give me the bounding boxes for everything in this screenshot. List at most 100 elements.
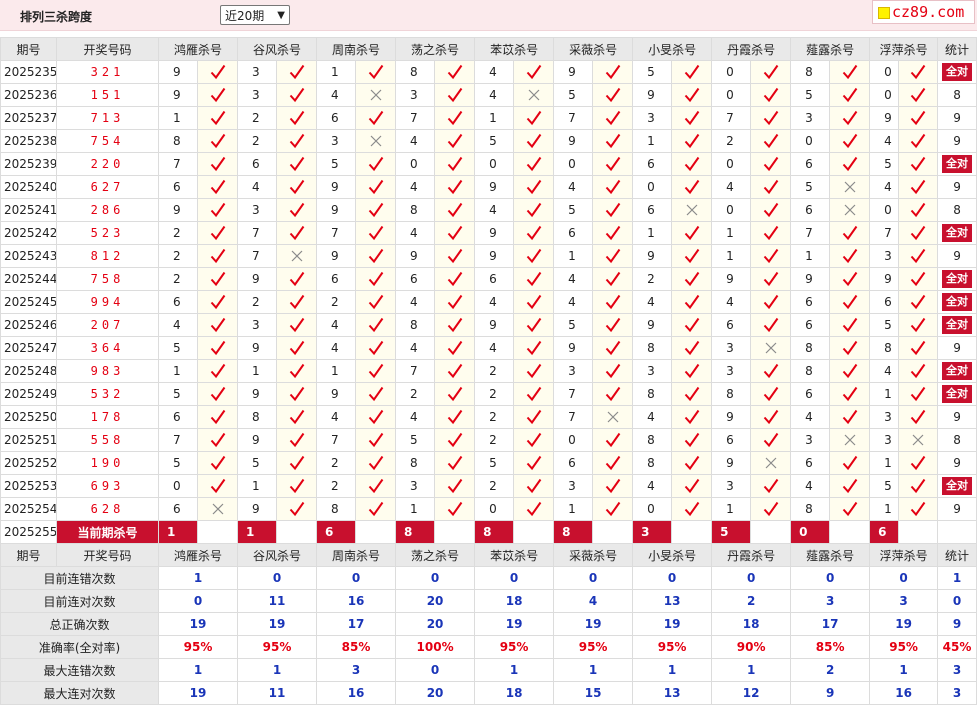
summary-value: 19	[474, 612, 555, 636]
result-mark-cell	[196, 106, 239, 130]
draw-code-cell: 628	[56, 497, 159, 521]
kill-number-cell: 7	[395, 106, 436, 130]
result-mark-cell	[750, 382, 792, 406]
kill-number-cell: 1	[869, 451, 900, 475]
table-row: 2025237 713 1 2 6 7 1 7 3 7 3 9 9	[0, 106, 977, 130]
kill-number-cell: 2	[395, 382, 436, 406]
check-icon	[910, 156, 926, 172]
check-icon	[842, 409, 857, 425]
period-cell: 2025238	[0, 129, 57, 153]
kill-number-cell: 4	[869, 129, 900, 153]
summary-value: 95%	[157, 635, 239, 659]
period-range-select[interactable]: 近20期 ▼	[220, 5, 290, 25]
summary-value: 2	[790, 658, 871, 682]
kill-number-cell: 2	[474, 428, 515, 452]
site-logo[interactable]: cz89.com	[872, 0, 975, 24]
kill-number-cell: 5	[237, 451, 278, 475]
kill-number-cell: 9	[474, 221, 515, 245]
result-mark-cell	[276, 175, 318, 199]
period-cell: 2025236	[0, 83, 57, 107]
kill-number-cell: 8	[158, 129, 198, 153]
result-mark-cell	[355, 359, 397, 383]
summary-value: 18	[474, 589, 555, 613]
summary-value: 0	[395, 658, 476, 682]
summary-value: 9	[937, 612, 977, 636]
check-icon	[289, 294, 304, 310]
current-kill-number: 8	[395, 520, 436, 544]
check-icon	[526, 248, 541, 264]
result-mark-cell	[671, 221, 713, 245]
kill-number-cell: 8	[632, 451, 673, 475]
summary-value: 19	[237, 612, 318, 636]
result-mark-cell	[276, 244, 318, 268]
kill-number-cell: 9	[395, 244, 436, 268]
table-row: 2025239 220 7 6 5 0 0 0 6 0 6 5 全对	[0, 152, 977, 176]
summary-header-row: 期号 开奖号码 鸿雁杀号 谷风杀号 周南杀号 荡之杀号 苯苡杀号 采薇杀号 小旻杀号 丹霞杀号 薤露…	[0, 543, 977, 567]
check-icon	[210, 271, 225, 287]
check-icon	[842, 156, 857, 172]
check-icon	[842, 248, 857, 264]
result-mark-cell	[829, 405, 871, 429]
result-mark-cell	[898, 359, 939, 383]
check-icon	[526, 179, 541, 195]
check-icon	[447, 156, 462, 172]
table-row: 2025253 693 0 1 2 3 2 3 4 3 4 5 全对	[0, 474, 977, 498]
result-mark-cell	[750, 244, 792, 268]
check-icon	[526, 64, 541, 80]
kill-number-cell: 6	[474, 267, 515, 291]
result-mark-cell	[898, 474, 939, 498]
current-kill-number: 0	[790, 520, 831, 544]
result-mark-cell	[434, 60, 476, 84]
header-7: 采薇杀号	[553, 37, 634, 61]
kill-number-cell: 4	[316, 405, 357, 429]
check-icon	[605, 478, 620, 494]
table-row: 2025236 151 9 3 4 3 4 5 9 0 5 0 8	[0, 83, 977, 107]
check-icon	[447, 363, 462, 379]
result-mark-cell	[513, 313, 555, 337]
all-correct-badge: 全对	[942, 224, 973, 242]
check-icon	[605, 248, 620, 264]
kill-number-cell: 9	[711, 451, 752, 475]
result-mark-cell	[513, 83, 555, 107]
result-mark-cell	[355, 497, 397, 521]
kill-number-cell: 6	[790, 451, 831, 475]
check-icon	[684, 386, 699, 402]
check-icon	[526, 133, 541, 149]
check-icon	[210, 87, 225, 103]
summary-value: 13	[632, 681, 713, 705]
summary-value: 17	[790, 612, 871, 636]
period-cell: 2025253	[0, 474, 57, 498]
check-icon	[763, 294, 778, 310]
check-icon	[210, 225, 225, 241]
summary-value: 13	[632, 589, 713, 613]
check-icon	[842, 317, 857, 333]
logo-square-icon	[878, 7, 890, 19]
draw-code-cell: 364	[56, 336, 159, 360]
check-icon	[210, 340, 225, 356]
kill-number-cell: 6	[790, 152, 831, 176]
kill-number-cell: 1	[869, 497, 900, 521]
result-mark-cell	[671, 60, 713, 84]
result-mark-cell	[671, 474, 713, 498]
result-mark-cell	[671, 106, 713, 130]
check-icon	[842, 110, 857, 126]
check-icon	[842, 294, 857, 310]
draw-code-cell: 758	[56, 267, 159, 291]
result-mark-cell	[671, 267, 713, 291]
check-icon	[910, 87, 926, 103]
result-mark-cell	[592, 359, 634, 383]
check-icon	[605, 432, 620, 448]
check-icon	[210, 409, 225, 425]
kill-number-cell: 9	[790, 267, 831, 291]
current-kill-blank	[898, 520, 939, 544]
result-mark-cell	[434, 221, 476, 245]
check-icon	[447, 202, 462, 218]
check-icon	[526, 156, 541, 172]
table-row: 2025235 321 9 3 1 8 4 9 5 0 8 0 全对	[0, 60, 977, 84]
result-mark-cell	[671, 244, 713, 268]
check-icon	[684, 409, 699, 425]
result-mark-cell	[592, 267, 634, 291]
result-mark-cell	[434, 382, 476, 406]
summary-value: 0	[869, 566, 939, 590]
check-icon	[526, 432, 541, 448]
